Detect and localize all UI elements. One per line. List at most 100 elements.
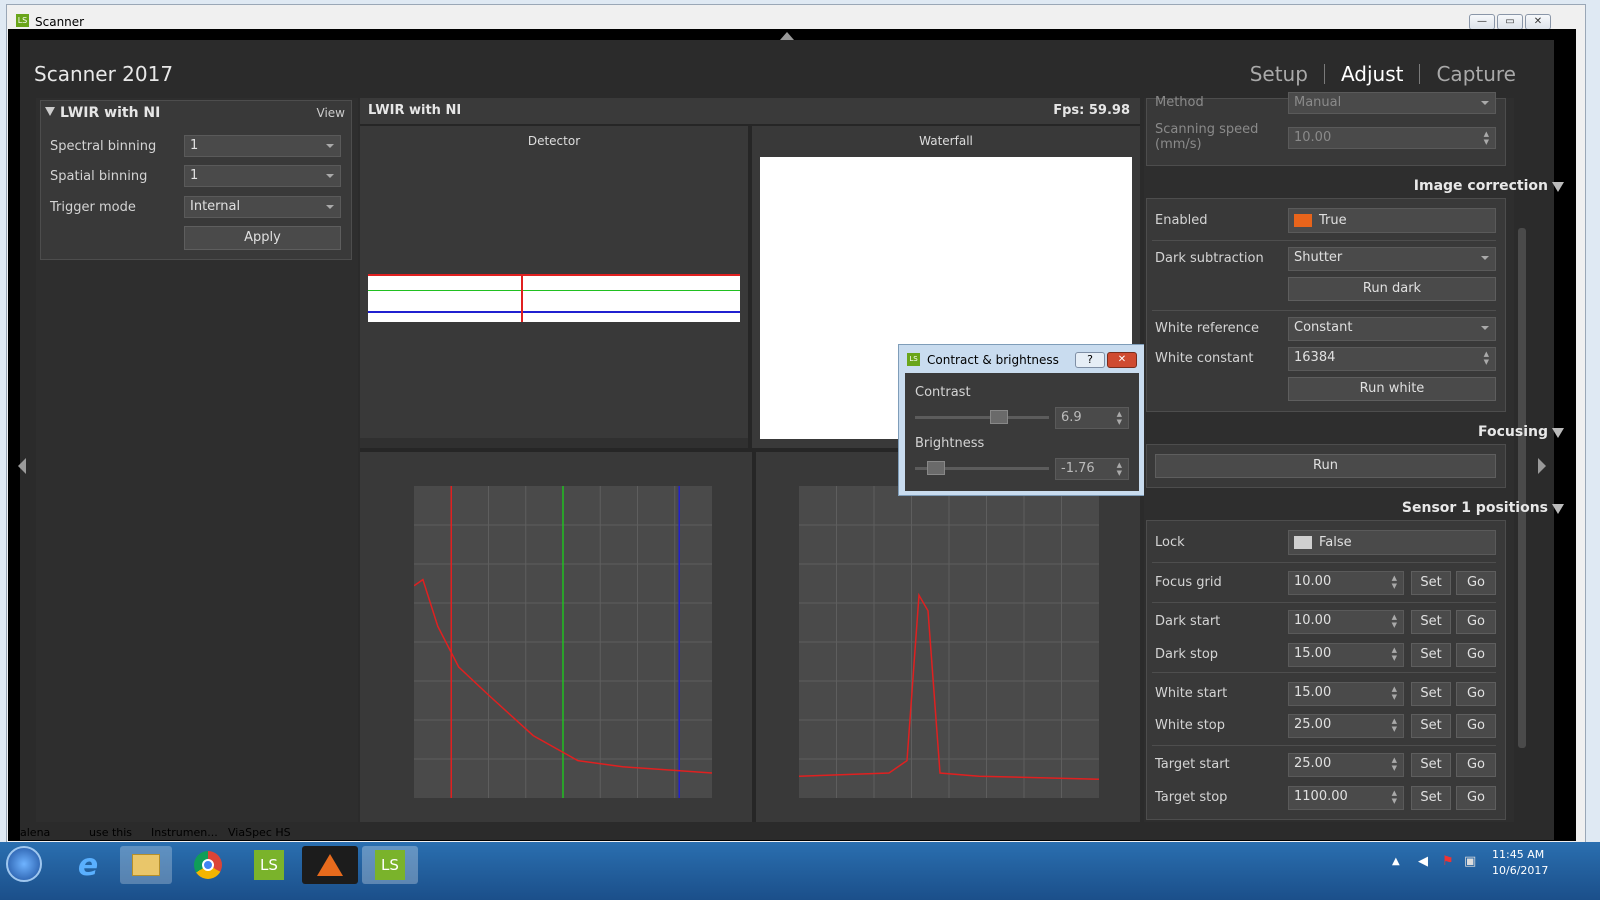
tray-expand-icon[interactable]: ▲: [1392, 856, 1400, 867]
desktop-icon-label[interactable]: ViaSpec HS: [228, 826, 291, 839]
contrast-input[interactable]: 6.9 ▲ ▼: [1055, 407, 1129, 429]
lock-toggle[interactable]: False: [1288, 530, 1496, 555]
matlab-taskbar-button[interactable]: [302, 846, 358, 884]
center-title: LWIR with NI: [368, 103, 462, 118]
go-button[interactable]: Go: [1456, 786, 1496, 810]
left-arrow-icon[interactable]: [18, 458, 26, 474]
collapse-triangle-icon[interactable]: [1552, 428, 1564, 438]
network-icon[interactable]: ▣: [1464, 854, 1476, 869]
scanner-taskbar-button[interactable]: LS: [362, 846, 418, 884]
position-input[interactable]: 15.00 ▲ ▼: [1288, 643, 1404, 667]
collapse-up-icon[interactable]: [780, 32, 794, 40]
tray-time[interactable]: 11:45 AM: [1492, 848, 1544, 861]
collapse-triangle-icon[interactable]: [1552, 182, 1564, 192]
ls-app-icon[interactable]: LS: [254, 850, 284, 880]
center-header: LWIR with NI Fps: 59.98: [360, 98, 1140, 124]
close-window-button[interactable]: ✕: [1525, 14, 1551, 30]
run-white-button[interactable]: Run white: [1288, 377, 1496, 401]
position-label: White stop: [1155, 718, 1226, 733]
method-select[interactable]: Manual: [1288, 92, 1496, 114]
fps-readout: Fps: 59.98: [1053, 103, 1130, 118]
dark-subtraction-select[interactable]: Shutter: [1288, 247, 1496, 271]
view-link[interactable]: View: [317, 106, 345, 120]
spatial-profile-chart[interactable]: [414, 486, 712, 798]
start-button[interactable]: [6, 846, 42, 882]
dark-subtraction-label: Dark subtraction: [1155, 251, 1264, 266]
run-dark-button[interactable]: Run dark: [1288, 277, 1496, 301]
white-reference-select[interactable]: Constant: [1288, 317, 1496, 341]
spectral-binning-label: Spectral binning: [50, 139, 157, 154]
window-title: Scanner: [35, 15, 85, 29]
scanning-speed-label: Scanning speed (mm/s): [1155, 122, 1259, 152]
sensor-positions-header[interactable]: Sensor 1 positions: [1402, 500, 1548, 516]
go-button[interactable]: Go: [1456, 610, 1496, 634]
go-button[interactable]: Go: [1456, 753, 1496, 777]
detector-image[interactable]: [368, 274, 740, 322]
spectral-profile-chart[interactable]: [799, 486, 1099, 798]
spectral-binning-select[interactable]: 1: [184, 135, 341, 157]
ls-app-icon: LS: [907, 353, 920, 366]
enabled-toggle[interactable]: True: [1288, 208, 1496, 233]
focusing-header[interactable]: Focusing: [1478, 424, 1548, 440]
minimize-button[interactable]: —: [1469, 14, 1495, 30]
set-button[interactable]: Set: [1411, 571, 1451, 595]
image-correction-header[interactable]: Image correction: [1414, 178, 1548, 194]
method-label: Method: [1155, 95, 1204, 110]
internet-explorer-icon[interactable]: e: [70, 848, 106, 883]
chrome-icon[interactable]: [194, 851, 222, 879]
tab-setup[interactable]: Setup: [1234, 62, 1324, 86]
right-arrow-icon[interactable]: [1538, 458, 1546, 474]
go-button[interactable]: Go: [1456, 682, 1496, 706]
position-input[interactable]: 10.00 ▲ ▼: [1288, 610, 1404, 634]
right-scrollbar[interactable]: [1516, 98, 1528, 822]
position-input[interactable]: 15.00 ▲ ▼: [1288, 682, 1404, 706]
desktop-icon-label[interactable]: alena: [20, 826, 50, 839]
set-button[interactable]: Set: [1411, 714, 1451, 738]
position-input[interactable]: 25.00 ▲ ▼: [1288, 714, 1404, 738]
help-button[interactable]: ?: [1075, 352, 1105, 368]
position-label: Target start: [1155, 757, 1230, 772]
action-center-icon[interactable]: ⚑: [1442, 854, 1454, 869]
scrollbar-thumb[interactable]: [1518, 228, 1526, 748]
position-input[interactable]: 10.00 ▲ ▼: [1288, 571, 1404, 595]
set-button[interactable]: Set: [1411, 643, 1451, 667]
white-constant-input[interactable]: 16384 ▲ ▼: [1288, 347, 1496, 371]
position-label: Dark stop: [1155, 647, 1219, 662]
position-input[interactable]: 25.00 ▲ ▼: [1288, 753, 1404, 777]
checkbox-unchecked-icon: [1294, 536, 1312, 549]
brightness-slider[interactable]: [915, 461, 1049, 475]
position-input[interactable]: 1100.00 ▲ ▼: [1288, 786, 1404, 810]
contrast-slider-handle[interactable]: [990, 410, 1009, 424]
set-button[interactable]: Set: [1411, 682, 1451, 706]
trigger-mode-select[interactable]: Internal: [184, 196, 341, 218]
set-button[interactable]: Set: [1411, 753, 1451, 777]
contrast-slider[interactable]: [915, 410, 1049, 424]
volume-icon[interactable]: ◀: [1418, 854, 1428, 869]
focusing-run-button[interactable]: Run: [1155, 454, 1496, 478]
lock-label: Lock: [1155, 535, 1185, 550]
set-button[interactable]: Set: [1411, 786, 1451, 810]
collapse-triangle-icon[interactable]: [1552, 504, 1564, 514]
go-button[interactable]: Go: [1456, 714, 1496, 738]
brightness-input[interactable]: -1.76 ▲ ▼: [1055, 458, 1129, 480]
collapse-triangle-icon[interactable]: [45, 107, 55, 116]
waterfall-label: Waterfall: [919, 134, 973, 148]
position-label: Dark start: [1155, 614, 1221, 629]
tab-adjust[interactable]: Adjust: [1325, 62, 1420, 86]
brightness-slider-handle[interactable]: [926, 461, 945, 475]
maximize-button[interactable]: ▭: [1497, 14, 1523, 30]
position-label: Target stop: [1155, 790, 1228, 805]
explorer-taskbar-button[interactable]: [120, 846, 172, 884]
tab-capture[interactable]: Capture: [1420, 62, 1532, 86]
go-button[interactable]: Go: [1456, 643, 1496, 667]
desktop-icon-label[interactable]: Instrumen...: [151, 826, 218, 839]
set-button[interactable]: Set: [1411, 610, 1451, 634]
spatial-binning-select[interactable]: 1: [184, 165, 341, 187]
apply-button[interactable]: Apply: [184, 226, 341, 250]
go-button[interactable]: Go: [1456, 571, 1496, 595]
spatial-binning-label: Spatial binning: [50, 169, 148, 184]
dialog-close-button[interactable]: ✕: [1107, 352, 1137, 368]
desktop-icon-label[interactable]: use this: [89, 826, 132, 839]
scanning-speed-input[interactable]: 10.00 ▲ ▼: [1288, 127, 1496, 149]
tray-date[interactable]: 10/6/2017: [1492, 864, 1548, 877]
